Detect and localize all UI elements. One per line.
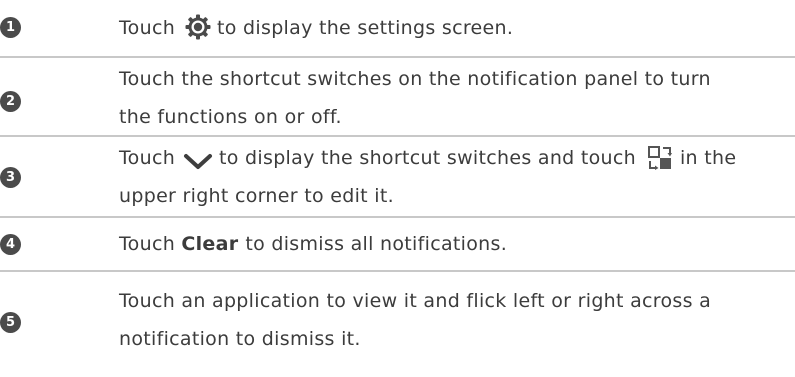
step-1-text-after: to display the settings screen. xyxy=(217,17,514,39)
step-5-badge: 5 xyxy=(0,312,21,333)
step-2-row: 2 Touch the shortcut switches on the not… xyxy=(0,58,795,136)
step-3-text-after: in the xyxy=(679,147,737,169)
step-5-row: 5 Touch an application to view it and fl… xyxy=(0,272,795,377)
step-1-badge: 1 xyxy=(0,17,21,38)
step-4-text: Touch Clear to dismiss all notifications… xyxy=(119,225,785,263)
step-5-line-2: notification to dismiss it. xyxy=(119,328,361,350)
step-3-row: 3 Touch to display the shortcut switches… xyxy=(0,137,795,217)
step-2-line-1: Touch the shortcut switches on the notif… xyxy=(119,68,711,90)
step-1-text: Touch to display the settings screen. xyxy=(119,9,785,47)
edit-switches-icon xyxy=(647,145,672,170)
step-3-badge: 3 xyxy=(0,167,21,188)
clear-label: Clear xyxy=(181,233,246,255)
step-3-line-1: Touch to display the shortcut switches a… xyxy=(119,139,785,177)
step-2-text: Touch the shortcut switches on the notif… xyxy=(119,60,785,136)
step-3-text: Touch to display the shortcut switches a… xyxy=(119,139,785,215)
step-4-text-before: Touch xyxy=(119,233,182,255)
step-4-badge: 4 xyxy=(0,234,21,255)
step-3-line-2: upper right corner to edit it. xyxy=(119,185,394,207)
step-4-row: 4 Touch Clear to dismiss all notificatio… xyxy=(0,218,795,271)
step-3-text-middle: to display the shortcut switches and tou… xyxy=(219,147,636,169)
step-1-text-before: Touch xyxy=(119,17,176,39)
step-5-text: Touch an application to view it and flic… xyxy=(119,282,785,358)
notification-panel-callout-list: 1 Touch to display the settings screen. … xyxy=(0,0,795,377)
step-3-text-before: Touch xyxy=(119,147,176,169)
step-2-badge: 2 xyxy=(0,91,21,112)
chevron-down-icon xyxy=(183,147,213,169)
step-2-line-2: the functions on or off. xyxy=(119,106,342,128)
step-4-text-after: to dismiss all notifications. xyxy=(245,233,508,255)
settings-gear-icon xyxy=(185,14,211,40)
step-1-row: 1 Touch to display the settings screen. xyxy=(0,0,795,56)
step-5-line-1: Touch an application to view it and flic… xyxy=(119,290,712,312)
